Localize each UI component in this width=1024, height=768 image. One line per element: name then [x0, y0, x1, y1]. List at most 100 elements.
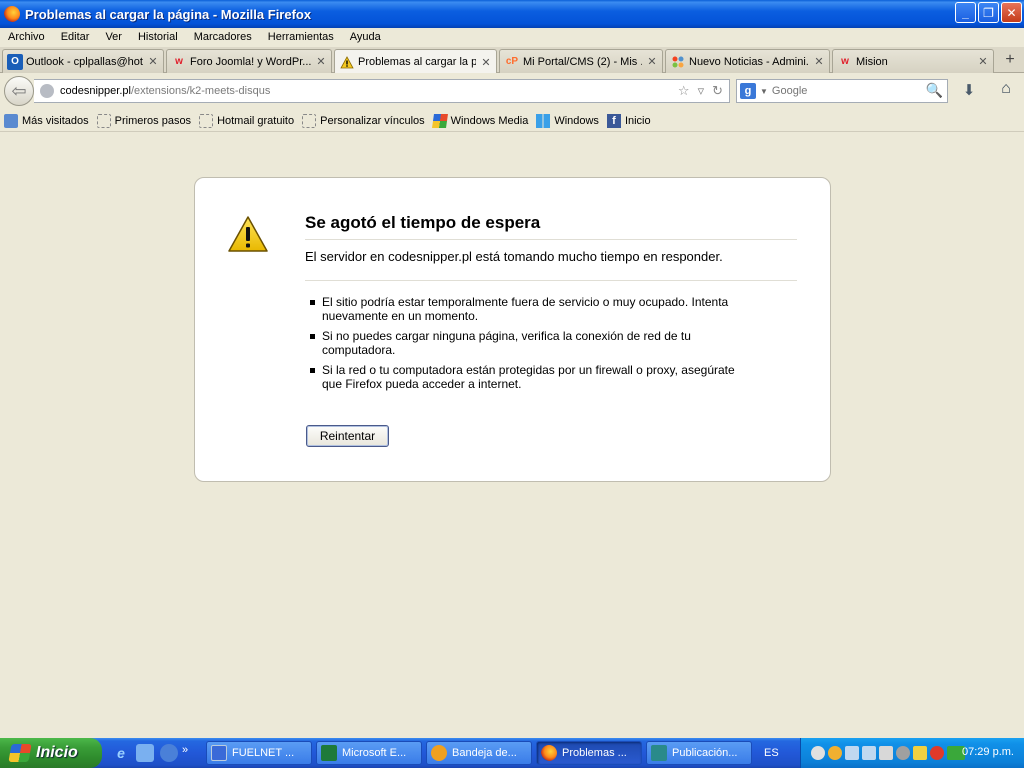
- network-icon[interactable]: [845, 746, 859, 760]
- tab-close-icon[interactable]: ✕: [977, 55, 989, 68]
- windows-logo-icon: [8, 744, 32, 762]
- tab-close-icon[interactable]: ✕: [480, 56, 492, 69]
- window-title: Problemas al cargar la página - Mozilla …: [25, 6, 312, 22]
- back-arrow-icon: ⇦: [11, 80, 27, 101]
- list-item: Si no puedes cargar ninguna página, veri…: [310, 329, 750, 357]
- tools-icon[interactable]: [879, 746, 893, 760]
- download-icon[interactable]: ⬇: [958, 81, 980, 101]
- bookmark-inicio[interactable]: f Inicio: [606, 113, 651, 128]
- quick-launch: e »: [112, 744, 188, 762]
- tab-label: Foro Joomla! y WordPr...: [190, 55, 311, 68]
- new-tab-button[interactable]: +: [1000, 51, 1020, 69]
- bookmark-label: Primeros pasos: [114, 114, 192, 127]
- clock-app-icon[interactable]: [828, 746, 842, 760]
- bookmarks-toolbar: Más visitados Primeros pasos Hotmail gra…: [0, 110, 1024, 132]
- search-input[interactable]: [771, 85, 922, 97]
- task-label: Bandeja de...: [452, 747, 517, 759]
- task-label: Publicación...: [672, 747, 738, 759]
- fuelnet-icon: [211, 745, 227, 761]
- tab-label: Mi Portal/CMS (2) - Mis ...: [523, 55, 642, 68]
- bookmark-label: Hotmail gratuito: [217, 114, 295, 127]
- tab-nuevo-noticias[interactable]: Nuevo Noticias - Admini... ✕: [665, 49, 830, 73]
- menu-historial[interactable]: Historial: [138, 31, 178, 43]
- menu-editar[interactable]: Editar: [61, 31, 90, 43]
- most-visited-icon: [4, 113, 18, 128]
- task-label: FUELNET ...: [232, 747, 295, 759]
- bookmark-mas-visitados[interactable]: Más visitados: [4, 113, 89, 128]
- bookmark-windows[interactable]: Windows: [536, 113, 599, 128]
- system-tray: 07:29 p.m.: [800, 738, 1024, 768]
- task-fuelnet[interactable]: FUELNET ...: [206, 741, 312, 765]
- task-publisher[interactable]: Publicación...: [646, 741, 752, 765]
- language-indicator[interactable]: ES: [764, 747, 779, 759]
- back-button[interactable]: ⇦: [4, 76, 34, 106]
- messenger-icon[interactable]: [811, 746, 825, 760]
- menu-herramientas[interactable]: Herramientas: [268, 31, 334, 43]
- tab-close-icon[interactable]: ✕: [813, 55, 825, 68]
- tab-close-icon[interactable]: ✕: [315, 55, 327, 68]
- menu-ver[interactable]: Ver: [105, 31, 122, 43]
- tab-close-icon[interactable]: ✕: [646, 55, 658, 68]
- reload-icon[interactable]: ↻: [712, 83, 723, 99]
- task-label: Problemas ...: [562, 747, 627, 759]
- media-player-icon[interactable]: [160, 744, 178, 762]
- taskbar: Inicio e » FUELNET ... Microsoft E... Ba…: [0, 738, 1024, 768]
- tab-label: Outlook - cplpallas@hot...: [26, 55, 143, 68]
- menu-ayuda[interactable]: Ayuda: [350, 31, 381, 43]
- chevron-icon[interactable]: »: [182, 744, 188, 762]
- tab-foro-joomla[interactable]: w Foro Joomla! y WordPr... ✕: [166, 49, 332, 73]
- tab-outlook[interactable]: O Outlook - cplpallas@hot... ✕: [2, 49, 164, 73]
- windows-icon: [536, 113, 551, 128]
- internet-explorer-icon[interactable]: e: [112, 744, 130, 762]
- firefox-icon: [4, 6, 20, 22]
- bookmark-personalizar[interactable]: Personalizar vínculos: [302, 113, 425, 128]
- menu-archivo[interactable]: Archivo: [8, 31, 45, 43]
- google-icon[interactable]: g: [740, 83, 756, 99]
- url-bar[interactable]: codesnipper.pl/extensions/k2-meets-disqu…: [34, 79, 730, 103]
- tab-mision[interactable]: w Mision ✕: [832, 49, 994, 73]
- bookmark-label: Windows Media: [450, 114, 529, 127]
- bookmark-windows-media[interactable]: Windows Media: [431, 113, 529, 128]
- tab-label: Nuevo Noticias - Admini...: [689, 55, 809, 68]
- security-icon[interactable]: [913, 746, 927, 760]
- minimize-button[interactable]: _: [955, 2, 976, 23]
- url-path: /extensions/k2-meets-disqus: [130, 85, 271, 97]
- network-icon[interactable]: [862, 746, 876, 760]
- update-icon[interactable]: [896, 746, 910, 760]
- retry-button[interactable]: Reintentar: [306, 425, 389, 447]
- start-button[interactable]: Inicio: [0, 738, 102, 768]
- tab-problemas[interactable]: Problemas al cargar la p... ✕: [334, 49, 497, 74]
- list-item: Si la red o tu computadora están protegi…: [310, 363, 750, 391]
- bookmark-primeros-pasos[interactable]: Primeros pasos: [96, 113, 192, 128]
- excel-icon: [321, 745, 337, 761]
- maximize-button[interactable]: ❐: [978, 2, 999, 23]
- task-excel[interactable]: Microsoft E...: [316, 741, 422, 765]
- window-controls: _ ❐ ✕: [955, 2, 1022, 23]
- cpanel-icon: cP: [505, 56, 519, 67]
- bookmark-label: Personalizar vínculos: [320, 114, 425, 127]
- tab-mi-portal[interactable]: cP Mi Portal/CMS (2) - Mis ... ✕: [499, 49, 663, 73]
- wm-icon: w: [841, 56, 849, 67]
- globe-icon: [40, 84, 54, 98]
- navigation-bar: codesnipper.pl/extensions/k2-meets-disqu…: [0, 73, 1024, 108]
- outlook-express-icon[interactable]: [136, 744, 154, 762]
- task-bandeja[interactable]: Bandeja de...: [426, 741, 532, 765]
- menu-marcadores[interactable]: Marcadores: [194, 31, 252, 43]
- tab-close-icon[interactable]: ✕: [147, 55, 159, 68]
- error-title: Se agotó el tiempo de espera: [305, 213, 797, 240]
- alert-icon[interactable]: [930, 746, 944, 760]
- star-icon[interactable]: ☆: [678, 83, 690, 99]
- outlook-icon: [431, 745, 447, 761]
- search-bar[interactable]: g ▼ 🔍: [736, 79, 948, 103]
- publisher-icon: [651, 745, 667, 761]
- engine-dropdown-icon[interactable]: ▼: [760, 87, 768, 96]
- tab-bar: O Outlook - cplpallas@hot... ✕ w Foro Jo…: [0, 47, 1024, 74]
- search-icon[interactable]: 🔍: [926, 82, 943, 99]
- close-button[interactable]: ✕: [1001, 2, 1022, 23]
- task-label: Microsoft E...: [342, 747, 407, 759]
- bookmark-hotmail[interactable]: Hotmail gratuito: [199, 113, 295, 128]
- dropdown-arrow-icon[interactable]: ▿: [698, 83, 705, 99]
- warning-icon: [339, 54, 355, 70]
- task-firefox[interactable]: Problemas ...: [536, 741, 642, 765]
- home-icon[interactable]: ⌂: [994, 80, 1018, 102]
